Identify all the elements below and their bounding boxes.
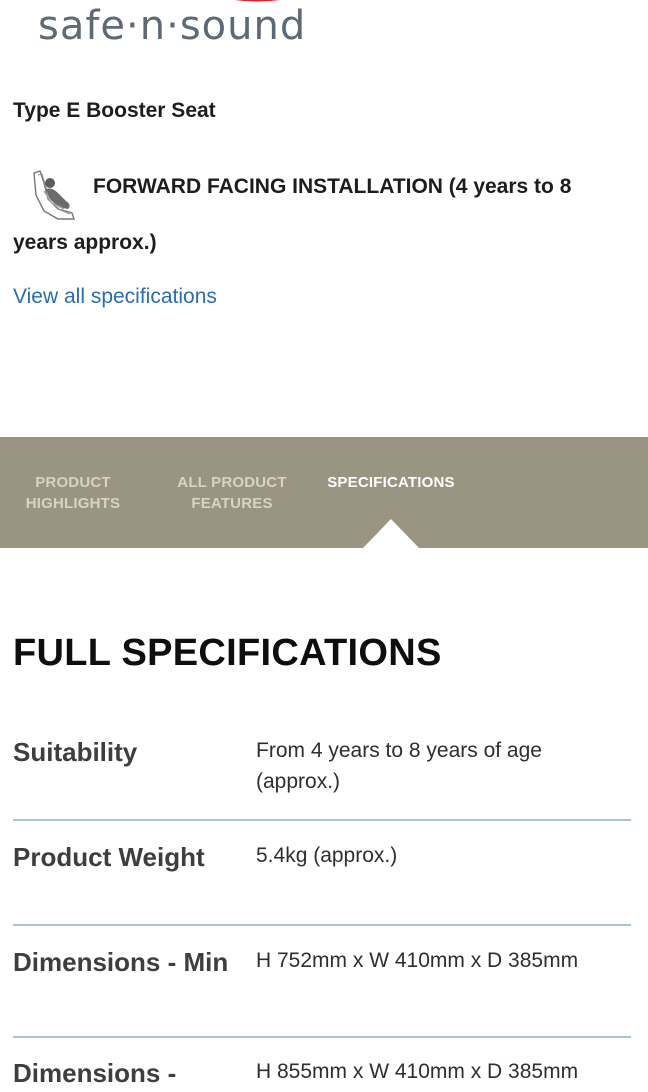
view-all-specifications-link[interactable]: View all specifications: [13, 285, 217, 309]
spec-label: Dimensions -: [13, 1058, 177, 1088]
spec-divider: [13, 924, 631, 926]
spec-value: From 4 years to 8 years of age (approx.): [256, 739, 542, 793]
forward-facing-seat-icon: [33, 170, 75, 220]
tab-label-line: FEATURES: [191, 495, 273, 512]
product-tab-bar: PRODUCT HIGHLIGHTS ALL PRODUCT FEATURES …: [0, 437, 648, 548]
installation-type-text-cont: years approx.): [13, 231, 157, 254]
tab-label-line: ALL PRODUCT: [177, 474, 287, 491]
spec-divider: [13, 1036, 631, 1038]
brand-logo[interactable]: safe·n·sound: [0, 0, 648, 62]
tab-label-line: HIGHLIGHTS: [25, 495, 121, 512]
active-tab-indicator: [363, 519, 419, 548]
installation-type-text: FORWARD FACING INSTALLATION (4 years to …: [93, 175, 572, 198]
specifications-heading: FULL SPECIFICATIONS: [13, 632, 442, 674]
tab-specifications[interactable]: SPECIFICATIONS: [318, 472, 464, 493]
spec-label: Suitability: [13, 737, 138, 767]
spec-label: Dimensions - Min: [13, 947, 229, 977]
spec-value: 5.4kg (approx.): [256, 844, 398, 867]
spec-divider: [13, 819, 631, 821]
tab-label-line: PRODUCT: [35, 474, 111, 491]
tab-label-line: SPECIFICATIONS: [327, 474, 455, 491]
spec-value: H 855mm x W 410mm x D 385mm: [256, 1060, 579, 1083]
product-title: Type E Booster Seat: [13, 99, 216, 122]
spec-label: Product Weight: [13, 842, 205, 872]
spec-value: H 752mm x W 410mm x D 385mm: [256, 949, 579, 972]
brand-name: safe·n·sound: [38, 3, 307, 49]
tab-product-highlights[interactable]: PRODUCT HIGHLIGHTS: [18, 472, 128, 514]
tab-all-product-features[interactable]: ALL PRODUCT FEATURES: [168, 472, 296, 514]
